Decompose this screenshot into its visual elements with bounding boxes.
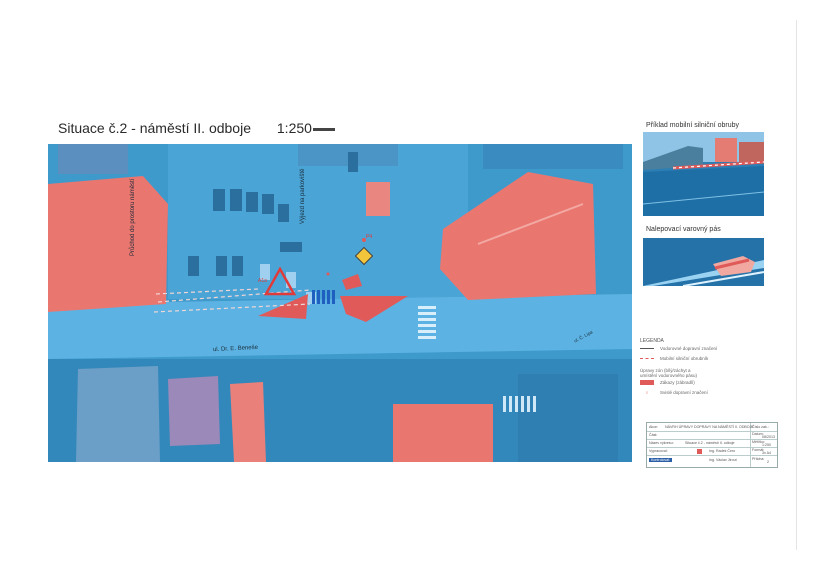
plan-title: Situace č.2 - náměstí II. odboje 1:250 <box>58 120 312 136</box>
photo-caption-strip: Nalepovací varovný pás <box>646 226 721 233</box>
photo-warning-strip <box>643 238 764 286</box>
tb-drawing-value: Situace č.2 - náměstí II. odboje <box>685 441 735 445</box>
roof-small <box>366 182 390 216</box>
legend-item-vertical-signs: ○ Svislé dopravní značení <box>640 390 708 395</box>
tb-appendix-label: Příloha: <box>752 457 765 461</box>
tb-appendix-value: 2 <box>767 460 769 464</box>
aerial-map[interactable]: Průchod do prostoru náměstí Výjezd na pa… <box>48 144 632 462</box>
legend-item-mobile-kerb: Mobilní silniční obrubník <box>640 356 708 361</box>
parking-exit-label: Výjezd na parkoviště <box>300 168 306 224</box>
square-area <box>168 144 468 299</box>
title-block: Akce: NÁVRH ÚPRAVY DOPRAVY NA NÁMĚSTÍ II… <box>646 422 778 468</box>
tb-date-value: 08/2013 <box>762 435 775 439</box>
legend-item-horizontal-marking: Vodorovné dopravní značení <box>640 346 717 351</box>
sign-circle-icon: ○ <box>645 390 649 396</box>
scan-edge <box>796 20 797 550</box>
tb-author-value: Ing. Radek Čero <box>709 449 736 453</box>
plan-scale: 1:250 <box>276 120 312 136</box>
tb-checked-value: Ing. Václav Jirout <box>709 458 737 462</box>
solid-line-icon <box>640 348 654 350</box>
tb-action-value: NÁVRH ÚPRAVY DOPRAVY NA NÁMĚSTÍ II. ODBO… <box>665 425 754 429</box>
tb-logo-mark <box>697 449 702 454</box>
photo-mobile-kerb <box>643 132 764 216</box>
tb-scale-value: 1:250 <box>762 443 771 447</box>
tb-job-label: Číslo zak.: <box>752 425 769 429</box>
roof-lower-mid <box>230 382 266 462</box>
legend-title: LEGENDA <box>640 338 664 344</box>
tb-format-value: 3x A4 <box>762 451 771 455</box>
plan-title-text: Situace č.2 - náměstí II. odboje <box>58 120 251 136</box>
photo-caption-kerb: Příklad mobilní silniční obruby <box>646 122 739 129</box>
tb-part-label: Část: <box>649 433 658 437</box>
legend-item-zone-adjustments: Úpravy zón (bílý/záchyt a umístění vodor… <box>640 368 698 378</box>
tb-drawing-label: Název výkresu: <box>649 441 674 445</box>
tb-action-label: Akce: <box>649 425 658 429</box>
legend-item-restrictions: Zákazy (zábradlí) <box>640 380 695 386</box>
tb-checked-label: Kontroloval: <box>649 458 672 462</box>
roof-left <box>48 176 168 312</box>
crossing-label: Průchod do prostoru náměstí <box>130 178 136 256</box>
roof-lower-right <box>393 404 493 462</box>
scale-bar <box>313 128 335 131</box>
sign-a-label: A1a <box>258 278 267 284</box>
sign-b-label: P4 <box>366 234 373 240</box>
dashed-line-icon <box>640 358 654 360</box>
red-fill-icon <box>640 380 654 386</box>
tb-author-label: Vypracoval: <box>649 449 668 453</box>
plan-sheet: Situace č.2 - náměstí II. odboje 1:250 P… <box>0 0 820 576</box>
